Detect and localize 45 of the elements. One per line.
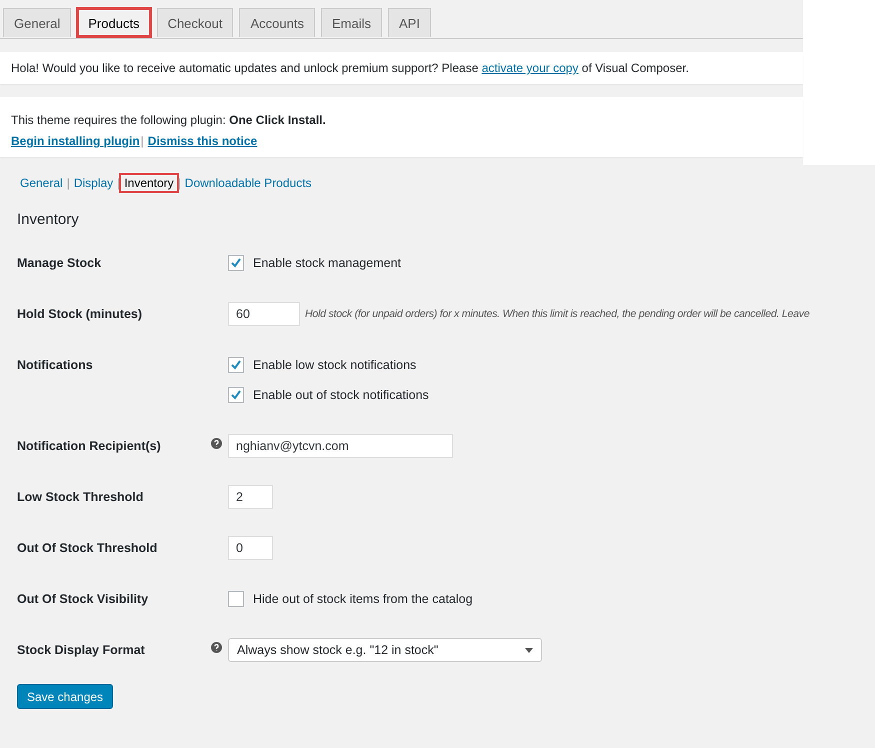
checkbox-label: Enable low stock notifications bbox=[253, 358, 416, 372]
checkbox[interactable] bbox=[228, 357, 244, 373]
notice-text: This theme requires the following plugin: One Click Install. bbox=[11, 113, 327, 127]
section-title: Inventory bbox=[17, 211, 80, 228]
checkbox-label: Hide out of stock items from the catalog bbox=[253, 592, 473, 606]
field-label: Low Stock Threshold bbox=[17, 489, 144, 504]
field-label: Out Of Stock Visibility bbox=[17, 591, 150, 606]
field-label: Manage Stock bbox=[17, 255, 102, 270]
settings-tab[interactable]: Products bbox=[77, 8, 151, 37]
input-field[interactable]: nghianv@ytcvn.com bbox=[228, 434, 453, 458]
field-label: Stock Display Format bbox=[17, 642, 146, 657]
section-link[interactable]: Display bbox=[70, 175, 116, 191]
section-link[interactable]: Inventory bbox=[121, 175, 177, 191]
settings-tab[interactable]: Checkout bbox=[156, 8, 234, 37]
input-field[interactable]: 60 bbox=[228, 302, 300, 326]
checkbox-label: Enable out of stock notifications bbox=[253, 388, 429, 402]
input-field[interactable]: 0 bbox=[228, 536, 273, 560]
notice-link[interactable]: Dismiss this notice bbox=[148, 134, 258, 148]
checkbox[interactable] bbox=[228, 255, 244, 271]
activate-link[interactable]: activate your copy bbox=[482, 61, 578, 75]
settings-tab[interactable]: General bbox=[3, 8, 72, 37]
checkbox[interactable] bbox=[228, 591, 244, 607]
section-link[interactable]: Downloadable Products bbox=[182, 175, 315, 191]
notice-link[interactable]: Begin installing plugin bbox=[11, 134, 140, 148]
field-description: Hold stock (for unpaid orders) for x minutes. When this limit is reached, the pending order will be cancelled. Leave bbox=[305, 308, 810, 320]
settings-tab[interactable]: Accounts bbox=[239, 8, 315, 37]
separator: | bbox=[66, 176, 71, 190]
help-icon[interactable] bbox=[211, 642, 222, 653]
settings-tab[interactable]: API bbox=[388, 8, 431, 37]
separator: | bbox=[140, 134, 145, 148]
caret-icon bbox=[525, 648, 533, 652]
field-label: Notifications bbox=[17, 357, 94, 372]
field-label: Notification Recipient(s) bbox=[17, 438, 162, 453]
field-label: Hold Stock (minutes) bbox=[17, 306, 144, 321]
notice-text: Hola! Would you like to receive automatic updates and unlock premium support? Please activate your copy of Visual Composer. bbox=[11, 61, 690, 75]
save-button[interactable]: Save changes bbox=[17, 684, 114, 709]
field-label: Out Of Stock Threshold bbox=[17, 540, 158, 555]
checkbox[interactable] bbox=[228, 387, 244, 403]
settings-tab[interactable]: Emails bbox=[320, 8, 382, 37]
input-field[interactable]: 2 bbox=[228, 485, 273, 509]
help-icon[interactable] bbox=[211, 438, 222, 449]
separator: | bbox=[176, 176, 182, 190]
checkbox-label: Enable stock management bbox=[253, 256, 402, 270]
select-field[interactable]: Always show stock e.g. "12 in stock" bbox=[228, 638, 542, 662]
section-link[interactable]: General bbox=[17, 175, 66, 191]
